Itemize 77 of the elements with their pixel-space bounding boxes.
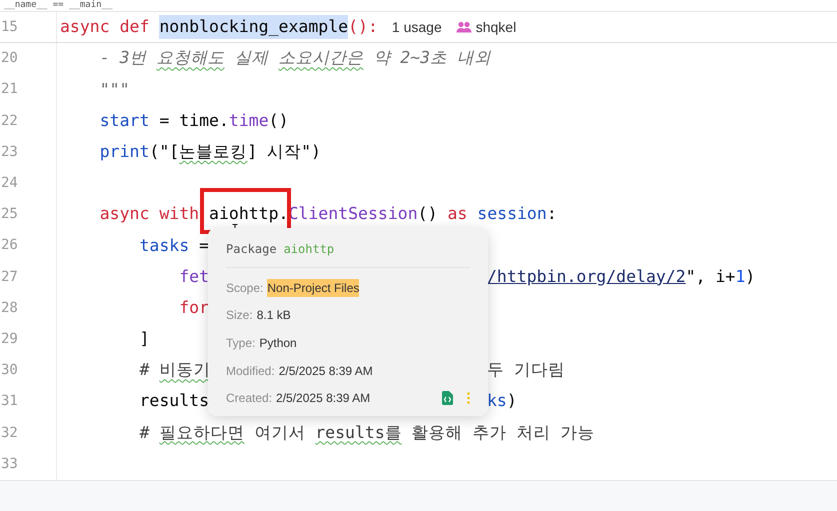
code-token: : <box>546 204 557 224</box>
people-icon <box>456 21 472 34</box>
code-comment: 활용해 추가 처리 가능 <box>410 422 595 442</box>
code-token: for <box>178 298 210 317</box>
line-number: 33 <box>1 454 18 474</box>
line-number: 22 <box>1 112 18 131</box>
line-number: 29 <box>1 330 18 349</box>
code-comment: 필요하다면 <box>159 422 244 442</box>
line-number: 30 <box>1 361 18 380</box>
code-token: session <box>476 204 547 224</box>
code-comment: 비동기 <box>159 360 210 380</box>
line-number: 32 <box>1 424 18 443</box>
popup-title: Package <box>226 241 277 258</box>
code-token: () <box>268 110 289 130</box>
code-token: as <box>447 204 468 224</box>
info-label: Modified: <box>226 362 275 380</box>
code-token: ("[ <box>149 142 180 161</box>
code-token: time. <box>179 110 229 130</box>
info-label: Type: <box>226 334 256 352</box>
info-value: 2/5/2025 8:39 AM <box>278 362 373 380</box>
code-comment: 소요시간은 <box>278 48 364 68</box>
code-comment: 두 기다림 <box>487 360 565 380</box>
line-number: 25 <box>1 205 18 224</box>
line-number: 20 <box>1 49 18 68</box>
code-token: (): <box>348 16 378 38</box>
code-token: 논블로킹 <box>179 142 248 161</box>
code-comment: results를 <box>315 422 402 442</box>
code-comment: """ <box>98 80 130 99</box>
code-comment: - 3번 <box>98 48 148 68</box>
usages-hint[interactable]: 1 usage <box>392 16 442 38</box>
code-token: async def <box>60 16 150 38</box>
code-token: () <box>418 204 439 224</box>
line-number: 31 <box>1 392 18 412</box>
code-token: start <box>98 110 150 130</box>
info-label: Size: <box>226 307 253 324</box>
code-comment: # <box>138 422 150 442</box>
line-number: 21 <box>1 80 18 100</box>
breadcrumb[interactable]: __name__ == __main__ <box>0 0 837 12</box>
code-token: tasks <box>138 236 190 255</box>
info-value: 8.1 kB <box>256 307 291 324</box>
line-number: 27 <box>1 268 18 287</box>
line-number: 24 <box>1 174 18 194</box>
code-token: results <box>138 391 210 410</box>
code-token: ) <box>506 391 517 410</box>
code-token: ] <box>138 329 150 348</box>
code-token: ) <box>745 266 756 286</box>
line-number: 15 <box>1 18 18 37</box>
code-token: fet <box>178 266 210 286</box>
code-comment: 약 2~3초 내외 <box>372 48 491 68</box>
info-label: Created: <box>226 390 272 408</box>
line-number: 28 <box>1 298 18 318</box>
code-comment: 여기서 <box>253 422 306 442</box>
info-value: 2/5/2025 8:39 AM <box>276 390 370 408</box>
code-token: ", i+ <box>686 266 736 286</box>
line-number: 23 <box>1 142 18 162</box>
code-token: ClientSession <box>288 204 418 224</box>
code-token: ] 시작") <box>247 142 321 161</box>
package-name: aiohttp <box>284 241 334 258</box>
code-token: ks <box>487 391 507 410</box>
code-token: /httpbin.org/delay/2 <box>487 266 686 286</box>
code-token: async with <box>98 204 200 224</box>
code-token: nonblocking_example <box>159 14 348 40</box>
code-token: aiohttp. <box>209 204 288 224</box>
code-token: = <box>158 110 170 130</box>
code-comment: 실제 <box>233 48 270 68</box>
line-number: 26 <box>1 236 18 256</box>
author-hint[interactable]: shqkel <box>476 16 516 38</box>
info-value: Non-Project Files <box>267 278 360 297</box>
file-icon[interactable] <box>442 391 453 406</box>
code-comment: 요청해도 <box>156 48 224 68</box>
code-comment: # <box>138 360 150 380</box>
code-token: time <box>228 110 269 130</box>
info-value: Python <box>259 334 297 352</box>
breadcrumb-text[interactable]: __name__ == __main__ <box>4 0 112 11</box>
code-token: 1 <box>735 266 746 286</box>
info-label: Scope: <box>226 280 264 297</box>
code-token: print <box>98 142 150 161</box>
